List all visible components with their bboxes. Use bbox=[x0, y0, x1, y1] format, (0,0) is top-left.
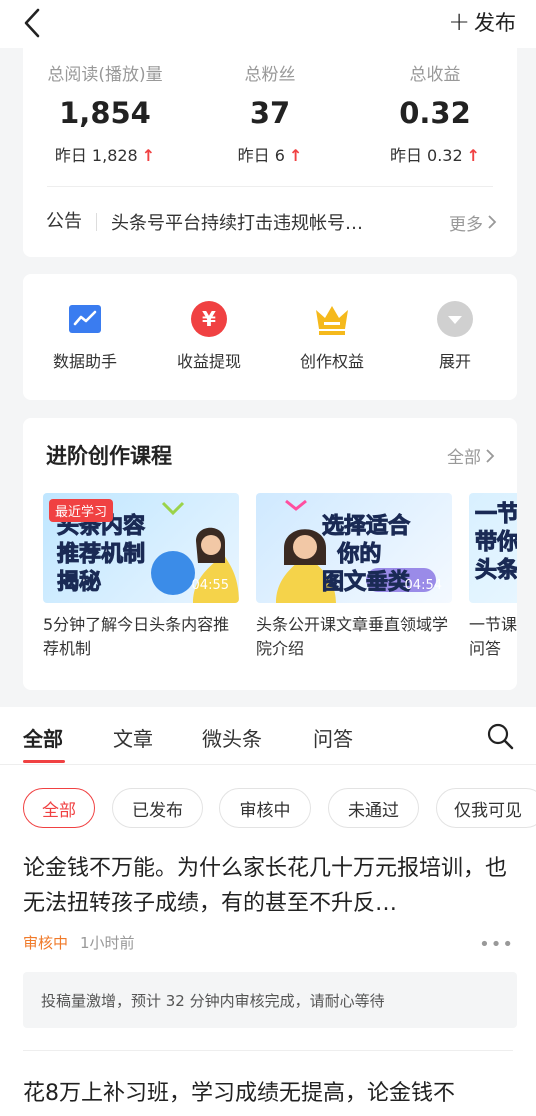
tab-micro-posts[interactable]: 微头条 bbox=[202, 723, 262, 752]
course-text: 一节课问答 bbox=[469, 615, 517, 658]
tool-data-assistant[interactable]: 数据助手 bbox=[23, 300, 147, 372]
notice-bar[interactable]: 公告 头条号平台持续打击违规帐号… 更多 bbox=[46, 198, 497, 246]
filter-rejected[interactable]: 未通过 bbox=[328, 788, 419, 828]
more-label: 更多 bbox=[449, 214, 483, 235]
up-arrow-icon: ↑ bbox=[288, 146, 303, 165]
plus-icon: + bbox=[448, 7, 470, 37]
course-thumbnail[interactable]: 选择适合 你的 图文垂类 04:54 bbox=[256, 493, 452, 603]
course-item[interactable]: 一节 带你 头条 一节课问答 bbox=[469, 493, 517, 661]
yen-icon: ¥ bbox=[190, 300, 228, 338]
thumbnail-headline: 头条内容 推荐机制 揭秘 bbox=[56, 514, 146, 596]
course-item[interactable]: 头条内容 推荐机制 揭秘 最近学习 04:55 5分钟了解今日头条内容推荐机制 bbox=[43, 493, 239, 661]
course-all-link[interactable]: 全部 bbox=[447, 443, 495, 468]
tab-articles[interactable]: 文章 bbox=[113, 723, 153, 752]
top-bar: + 发布 bbox=[0, 0, 536, 48]
article-title[interactable]: 论金钱不万能。为什么家长花几十万元报培训，也无法扭转孩子成绩，有的甚至不升反… bbox=[23, 851, 515, 921]
status-badge: 审核中 bbox=[23, 934, 69, 952]
filter-private[interactable]: 仅我可见 bbox=[436, 788, 536, 828]
course-item[interactable]: 选择适合 你的 图文垂类 04:54 头条公开课文章垂直领域学院介绍 bbox=[256, 493, 452, 661]
notice-label: 公告 bbox=[46, 213, 97, 231]
tab-qa[interactable]: 问答 bbox=[313, 723, 353, 752]
stat-yesterday: 昨日 1,828 bbox=[54, 146, 138, 165]
filter-published[interactable]: 已发布 bbox=[112, 788, 203, 828]
tool-expand[interactable]: 展开 bbox=[393, 300, 517, 372]
up-arrow-icon: ↑ bbox=[466, 146, 481, 165]
article-time: 1小时前 bbox=[80, 934, 135, 952]
course-card: 进阶创作课程 全部 头条内容 推荐机制 揭秘 最近学习 04:55 5分钟了解今日头… bbox=[23, 418, 517, 690]
active-tab-indicator bbox=[23, 760, 65, 763]
all-label: 全部 bbox=[447, 448, 481, 468]
notice-text[interactable]: 头条号平台持续打击违规帐号… bbox=[97, 209, 387, 235]
tool-label: 收益提现 bbox=[176, 352, 241, 371]
back-arrow-icon[interactable] bbox=[22, 6, 46, 40]
course-thumbnail[interactable]: 头条内容 推荐机制 揭秘 最近学习 04:55 bbox=[43, 493, 239, 603]
divider bbox=[47, 186, 493, 187]
content-feed: 论金钱不万能。为什么家长花几十万元报培训，也无法扭转孩子成绩，有的甚至不升反… … bbox=[0, 851, 536, 1116]
stat-value: 1,854 bbox=[59, 96, 151, 130]
filter-under-review[interactable]: 审核中 bbox=[219, 788, 311, 828]
more-options-icon[interactable]: ••• bbox=[479, 934, 514, 955]
tool-label: 数据助手 bbox=[52, 352, 117, 371]
publish-button[interactable]: + 发布 bbox=[448, 7, 516, 37]
expand-icon bbox=[436, 300, 474, 338]
content-tabs: 全部 文章 微头条 问答 bbox=[0, 707, 536, 765]
tool-creator-rights[interactable]: 创作权益 bbox=[270, 300, 394, 372]
filter-all[interactable]: 全部 bbox=[23, 788, 95, 828]
tab-all[interactable]: 全部 bbox=[23, 723, 63, 752]
search-icon[interactable] bbox=[486, 722, 514, 750]
notice-more-link[interactable]: 更多 bbox=[449, 210, 497, 235]
stat-label: 总收益 bbox=[409, 65, 461, 85]
tool-income-withdraw[interactable]: ¥ 收益提现 bbox=[147, 300, 271, 372]
course-text: 5分钟了解今日头条内容推荐机制 bbox=[43, 615, 230, 658]
course-text: 头条公开课文章垂直领域学院介绍 bbox=[256, 615, 449, 658]
stat-label: 总粉丝 bbox=[244, 65, 296, 85]
tools-card: 数据助手 ¥ 收益提现 创作权益 展开 bbox=[23, 274, 517, 400]
chevron-right-icon bbox=[488, 215, 497, 229]
up-arrow-icon: ↑ bbox=[141, 146, 156, 165]
publish-label: 发布 bbox=[474, 11, 516, 35]
tool-label: 展开 bbox=[438, 352, 471, 371]
stat-label: 总阅读(播放)量 bbox=[47, 65, 163, 85]
tool-label: 创作权益 bbox=[299, 352, 364, 371]
stat-yesterday: 昨日 6 bbox=[237, 146, 285, 165]
divider bbox=[23, 1050, 513, 1051]
video-duration: 04:55 bbox=[191, 578, 229, 593]
stat-value: 0.32 bbox=[399, 96, 471, 130]
article-meta: 审核中 1小时前 bbox=[23, 932, 135, 953]
crown-icon bbox=[313, 300, 351, 338]
filter-chips: 全部 已发布 审核中 未通过 仅我可见 bbox=[0, 765, 536, 851]
video-duration: 04:54 bbox=[404, 578, 442, 593]
recent-study-badge: 最近学习 bbox=[49, 499, 114, 522]
stats-card: 总阅读(播放)量 1,854 昨日 1,828 ↑ 总粉丝 37 昨日 6 ↑ 总收… bbox=[23, 48, 517, 257]
stat-value: 37 bbox=[249, 96, 291, 130]
chevron-right-icon bbox=[486, 448, 495, 463]
thumbnail-headline: 选择适合 你的 图文垂类 bbox=[321, 514, 411, 596]
svg-text:¥: ¥ bbox=[202, 307, 216, 331]
course-section-title: 进阶创作课程 bbox=[46, 444, 172, 468]
review-notice: 投稿量激增，预计 32 分钟内审核完成，请耐心等待 bbox=[23, 972, 517, 1028]
article-title[interactable]: 花8万上补习班，学习成绩无提高，论金钱不 bbox=[23, 1075, 455, 1107]
course-thumbnail[interactable]: 一节 带你 头条 bbox=[469, 493, 517, 603]
chart-icon bbox=[66, 300, 104, 338]
thumbnail-headline: 一节 带你 头条 bbox=[474, 502, 517, 584]
stat-yesterday: 昨日 0.32 bbox=[389, 146, 463, 165]
